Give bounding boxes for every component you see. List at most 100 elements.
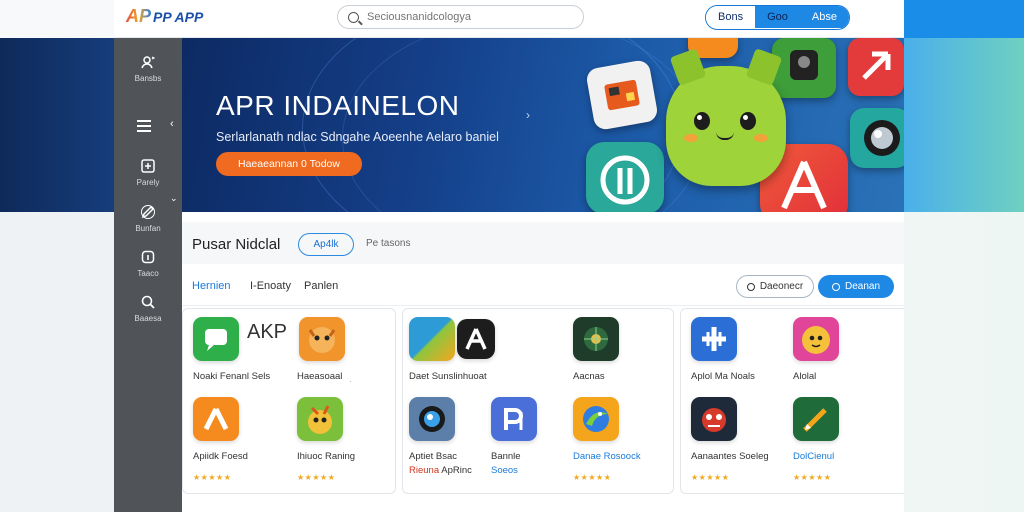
akp-logo: AKP (247, 321, 288, 343)
radar-app-icon (573, 317, 619, 361)
section-pill-button[interactable]: Ap4lk (298, 233, 354, 256)
app-card[interactable]: Daet Sunslinhuoat (409, 317, 487, 382)
collapse-sidebar-icon[interactable]: ‹ (170, 118, 174, 130)
top-action-group: Bons Goo Abse (705, 5, 850, 30)
app-sub-text: ApRinc (441, 465, 472, 476)
app-card[interactable]: Noaki Fenanl Sels (193, 317, 270, 382)
tab-ienoaty[interactable]: I-Enoaty (250, 280, 291, 292)
search-input[interactable] (367, 11, 567, 23)
edit-icon (140, 204, 156, 220)
background-right-band (904, 38, 1024, 212)
top-bar: AP PP APP Bons Goo Abse (114, 0, 904, 38)
section-secondary-link[interactable]: Pe tasons (366, 238, 410, 249)
app-name: Daet Sunslinhuoat (409, 371, 487, 382)
background-left-top (0, 0, 114, 38)
hero-cta-button[interactable]: Haeaeannan 0 Todow (216, 152, 362, 176)
app-subtitle: Rieuna ApRinc (409, 465, 472, 476)
app-name: DolCienul (793, 451, 835, 462)
tab-panlen[interactable]: Panlen (304, 280, 338, 292)
top-action-goo[interactable]: Goo (755, 6, 800, 28)
orange-a-app-icon (193, 397, 239, 441)
sidebar-item-label: Taaco (137, 269, 159, 278)
app-name: Noaki Fenanl Sels (193, 371, 271, 382)
fox-app-icon (299, 317, 345, 361)
chat-app-icon (193, 317, 239, 361)
app-logo[interactable]: AP PP APP (126, 6, 203, 27)
sidebar-item-label: Bansbs (134, 74, 162, 83)
monster-app-icon (691, 397, 737, 441)
sidebar-item-bansbs[interactable]: Bansbs (114, 54, 182, 83)
app-name: Alolal (793, 371, 817, 382)
section-header: Pusar Nidclal Ap4lk Pe tasons (182, 222, 904, 264)
sidebar-item-bunfan[interactable]: Bunfan (114, 204, 182, 233)
teal-p-app-icon (586, 142, 664, 212)
app-name: Haeasoaal (297, 371, 343, 382)
menu-icon[interactable] (137, 120, 151, 135)
logo-text: PP APP (153, 8, 204, 25)
logo-mark: AP (126, 6, 152, 26)
app-card[interactable]: Danae Rosoock ★★★★★ (573, 397, 641, 482)
section-title: Pusar Nidclal (192, 236, 281, 253)
app-name: Aanaantes Soeleg (691, 451, 769, 462)
shield-user-icon (140, 54, 156, 70)
app-card[interactable]: Aplol Ma Noals (691, 317, 755, 382)
router-app-icon (585, 58, 659, 132)
app-card[interactable]: Aanaantes Soeleg ★★★★★ (691, 397, 769, 482)
dark-game-app-icon (772, 38, 836, 98)
app-name: Apiidk Foesd (193, 451, 248, 462)
sidebar-item-label: Parely (136, 178, 160, 187)
app-sub-highlight: Rieuna (409, 465, 440, 476)
search-icon (746, 282, 755, 291)
hero-banner: APR INDAINELON Serlarlanath ndlac Sdngah… (182, 38, 904, 212)
app-panel-1: Noaki Fenanl Sels AKP Haeasoaal · Apiidk… (182, 308, 396, 494)
rating-stars: ★★★★★ (573, 473, 612, 482)
play-triangle-app-icon (409, 317, 455, 361)
camera-lens-app-icon (850, 108, 904, 168)
app-sub-highlight: Soeos (491, 465, 518, 476)
p-letter-app-icon (491, 397, 537, 441)
sidebar-item-taaco[interactable]: Taaco (114, 249, 182, 278)
parrot-app-icon (573, 397, 619, 441)
more-dot: · (349, 377, 352, 386)
app-card[interactable]: Haeasoaal (297, 317, 345, 382)
sidebar-item-parely[interactable]: Parely (114, 158, 182, 187)
background-left-band (0, 38, 114, 212)
next-slide-icon[interactable]: › (526, 108, 530, 122)
info-icon (140, 249, 156, 265)
red-arrow-app-icon (848, 38, 904, 96)
search-icon (140, 294, 156, 310)
app-card[interactable]: Aacnas (573, 317, 619, 382)
app-panel-3: Aplol Ma Noals Alolal Aanaantes Soeleg ★… (680, 308, 904, 494)
app-card[interactable]: Ihiuoc Raning ★★★★★ (297, 397, 355, 482)
filter-outline-button[interactable]: Daeonecr (736, 275, 814, 298)
app-name: Bannle (491, 451, 521, 462)
filter-primary-button[interactable]: Deanan (818, 275, 894, 298)
chevron-down-icon[interactable]: ⌄ (170, 193, 178, 204)
sidebar-item-baaesa[interactable]: Baaesa (114, 294, 182, 323)
app-card[interactable]: Aptiet Bsac Rieuna ApRinc (409, 397, 472, 476)
app-card[interactable]: DolCienul ★★★★★ (793, 397, 839, 482)
app-card[interactable]: Apiidk Foesd ★★★★★ (193, 397, 248, 482)
app-card[interactable]: Bannle Soeos (491, 397, 537, 476)
search-icon (348, 11, 359, 23)
rating-stars: ★★★★★ (193, 473, 232, 482)
top-action-bons[interactable]: Bons (706, 6, 756, 28)
app-card[interactable]: Alolal (793, 317, 839, 382)
sidebar: Bansbs ‹ Parely ⌄ Bunfan Taaco Baaesa (114, 38, 182, 512)
app-name: Danae Rosoock (573, 451, 641, 462)
search-bar[interactable] (337, 5, 584, 29)
pencil-app-icon (793, 397, 839, 441)
top-action-abse[interactable]: Abse (799, 6, 849, 28)
tab-hernien[interactable]: Hernien (192, 280, 231, 292)
sidebar-item-label: Bunfan (135, 224, 161, 233)
grid-app-icon (691, 317, 737, 361)
app-subtitle: Soeos (491, 465, 518, 476)
hero-title: APR INDAINELON (216, 90, 460, 121)
app-window: AP PP APP Bons Goo Abse Bansbs ‹ Parely (114, 0, 904, 512)
filter-primary-label: Deanan (844, 281, 881, 292)
puzzle-icon (140, 158, 156, 174)
creature-app-icon (297, 397, 343, 441)
app-name: Ihiuoc Raning (297, 451, 356, 462)
app-card[interactable] (457, 319, 495, 359)
app-name: Aplol Ma Noals (691, 371, 755, 382)
